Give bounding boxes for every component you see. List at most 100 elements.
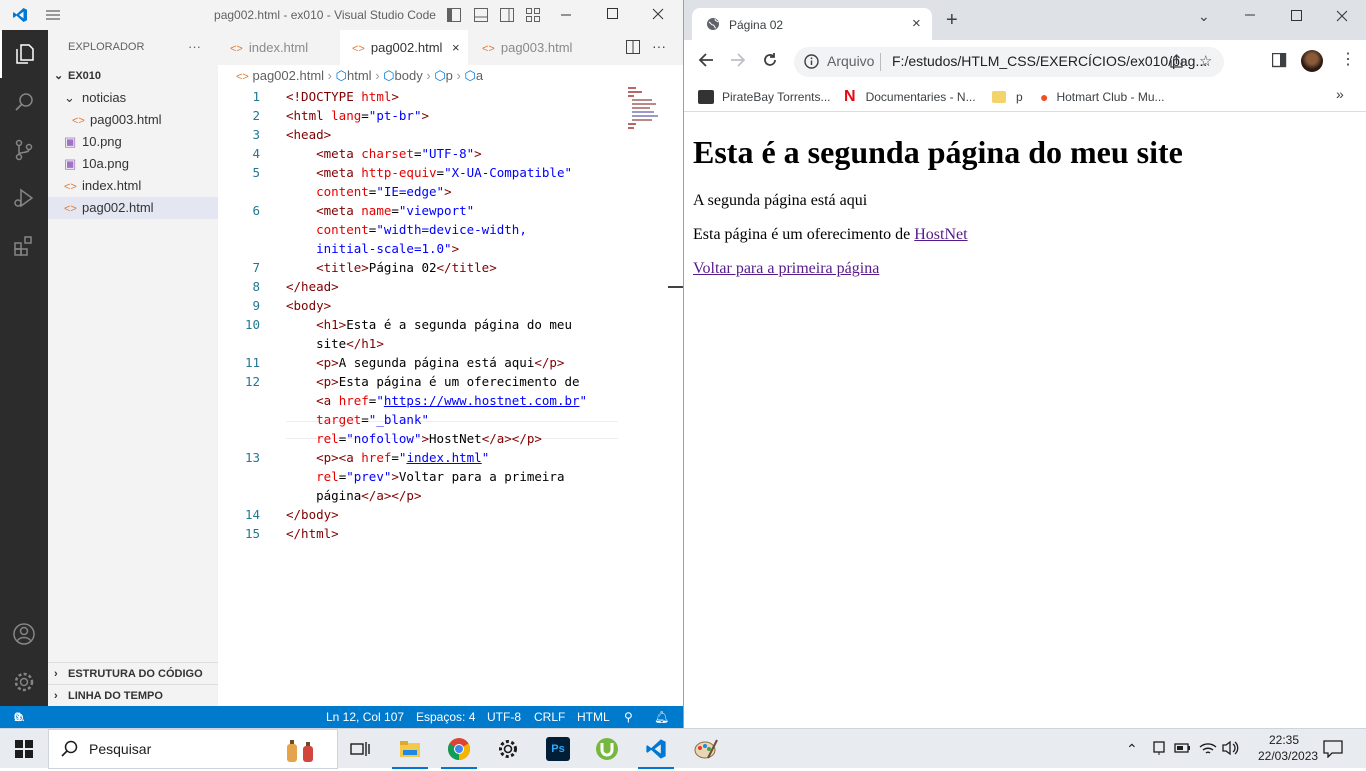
tab-close-icon[interactable]: × — [452, 30, 460, 65]
breadcrumb-item[interactable]: a — [476, 68, 483, 83]
show-hidden-icons-chevron-icon[interactable]: ⌃ — [1126, 741, 1138, 758]
battery-icon[interactable] — [1174, 741, 1192, 760]
bookmark-piratebay[interactable]: PirateBay Torrents... — [698, 82, 831, 112]
chrome-app-icon[interactable] — [435, 729, 483, 769]
tree-file-pag002[interactable]: <> pag002.html — [48, 197, 218, 219]
tab-pag003[interactable]: <> pag003.html — [470, 30, 600, 65]
accounts-icon[interactable] — [0, 610, 48, 658]
line-ending[interactable]: CRLF — [534, 706, 565, 728]
search-icon[interactable] — [0, 78, 48, 126]
cursor-position[interactable]: Ln 12, Col 107 — [326, 706, 404, 728]
split-editor-icon[interactable] — [626, 40, 640, 59]
notifications-bell-icon[interactable]: 🔔︎ — [654, 706, 669, 728]
task-view-icon[interactable] — [336, 729, 384, 769]
tree-file-10apng[interactable]: ▣ 10a.png — [48, 153, 218, 175]
tree-file-pag003[interactable]: <> pag003.html — [48, 109, 218, 131]
back-to-first-page-link[interactable]: Voltar para a primeira página — [693, 260, 879, 277]
forward-arrow-icon[interactable] — [730, 52, 746, 73]
code-line: rel="nofollow">HostNet</a></p> — [316, 431, 542, 446]
notification-center-icon[interactable] — [1323, 740, 1343, 763]
system-clock[interactable]: 22:35 22/03/2023 — [1258, 732, 1318, 764]
vscode-app-icon[interactable] — [632, 729, 680, 769]
folder-root[interactable]: ⌄ EX010 — [48, 65, 218, 87]
editor-more-icon[interactable]: ··· — [652, 38, 666, 54]
profile-avatar[interactable] — [1301, 50, 1323, 72]
breadcrumb-item[interactable]: pag002.html — [252, 68, 324, 83]
extensions-icon[interactable] — [0, 222, 48, 270]
volume-icon[interactable] — [1221, 740, 1239, 761]
customize-layout-icon[interactable] — [526, 8, 540, 25]
wifi-icon[interactable] — [1199, 740, 1217, 761]
tab-index[interactable]: <> index.html — [218, 30, 338, 65]
explorer-more-icon[interactable]: ··· — [188, 36, 201, 58]
back-arrow-icon[interactable] — [698, 52, 714, 73]
toggle-secondary-sidebar-icon[interactable] — [500, 8, 514, 25]
feedback-icon[interactable]: ⚲ — [624, 706, 633, 728]
tab-label: pag002.html — [370, 40, 443, 55]
minimap[interactable] — [626, 87, 668, 135]
source-control-icon[interactable] — [0, 126, 48, 174]
code-editor[interactable]: 1 2 3 4 5 6 7 8 9 10 11 12 13 14 15 <!DOCTYPE html> <h… — [218, 87, 683, 706]
timeline-section[interactable]: › LINHA DO TEMPO — [48, 684, 218, 706]
settings-gear-icon[interactable] — [0, 658, 48, 706]
close-icon[interactable] — [652, 8, 664, 23]
toggle-panel-icon[interactable] — [474, 8, 488, 25]
breadcrumb-item[interactable]: html — [347, 68, 372, 83]
address-bar[interactable]: Arquivo F:/estudos/HTLM_CSS/EXERCÍCIOS/e… — [794, 47, 1224, 77]
search-highlight-lanterns-icon — [279, 736, 327, 766]
new-tab-plus-icon[interactable]: + — [946, 10, 958, 30]
maximize-icon[interactable] — [1291, 9, 1303, 27]
line-number: 8 — [252, 279, 260, 294]
encoding[interactable]: UTF-8 — [487, 706, 521, 728]
hostnet-link[interactable]: HostNet — [914, 226, 967, 243]
run-debug-icon[interactable] — [0, 174, 48, 222]
tree-folder-noticias[interactable]: ⌄ noticias — [48, 87, 218, 109]
tree-file-index[interactable]: <> index.html — [48, 175, 218, 197]
maximize-icon[interactable] — [607, 8, 619, 23]
side-panel-icon[interactable] — [1271, 52, 1287, 73]
close-icon[interactable] — [1336, 9, 1348, 27]
browser-tab[interactable]: Página 02 × — [692, 8, 932, 40]
html-file-icon: <> — [482, 43, 495, 55]
scrollbar-marker[interactable] — [668, 286, 683, 288]
line-number: 14 — [244, 507, 260, 522]
bookmark-hotmart[interactable]: ● Hotmart Club - Mu... — [1040, 82, 1165, 112]
minimize-icon[interactable] — [560, 6, 572, 25]
breadcrumb-item[interactable]: body — [395, 68, 423, 83]
minimize-icon[interactable] — [1244, 6, 1256, 27]
line-number: 10 — [244, 317, 260, 332]
address-url[interactable]: F:/estudos/HTLM_CSS/EXERCÍCIOS/ex010/pag… — [892, 53, 1207, 69]
tab-search-chevron-icon[interactable]: ⌄ — [1198, 8, 1210, 25]
clock-time: 22:35 — [1268, 733, 1300, 747]
tree-item-label: noticias — [82, 90, 127, 105]
windows-start-icon[interactable] — [0, 729, 48, 769]
paint-icon[interactable] — [682, 729, 730, 769]
line-number — [218, 182, 260, 201]
taskbar-search-box[interactable]: Pesquisar — [48, 729, 338, 769]
breadcrumb-item[interactable]: p — [446, 68, 453, 83]
info-icon[interactable] — [804, 54, 819, 72]
chrome-menu-icon[interactable]: ⋮ — [1340, 50, 1356, 70]
photoshop-icon[interactable]: Ps — [534, 729, 582, 769]
network-adapter-icon[interactable] — [1152, 740, 1166, 761]
utorrent-icon[interactable] — [583, 729, 631, 769]
reload-icon[interactable] — [762, 52, 778, 73]
outline-section[interactable]: › ESTRUTURA DO CÓDIGO — [48, 662, 218, 684]
bookmark-documentaries[interactable]: N Documentaries - N... — [844, 82, 976, 112]
share-icon[interactable] — [1169, 54, 1184, 72]
file-explorer-icon[interactable] — [386, 729, 434, 769]
bookmark-star-icon[interactable]: ☆ — [1199, 52, 1212, 70]
bookmark-folder-p[interactable]: p — [992, 82, 1023, 112]
indentation[interactable]: Espaços: 4 — [416, 706, 475, 728]
vscode-window: pag002.html - ex010 - Visual Studio Code — [0, 0, 683, 728]
tab-close-icon[interactable]: × — [912, 15, 921, 32]
tab-pag002[interactable]: <> pag002.html × — [340, 30, 468, 65]
tree-file-10png[interactable]: ▣ 10.png — [48, 131, 218, 153]
line-number — [218, 429, 260, 448]
toggle-sidebar-icon[interactable] — [447, 8, 461, 25]
settings-gear-icon[interactable] — [484, 729, 532, 769]
menu-icon[interactable] — [44, 7, 62, 26]
language-mode[interactable]: HTML — [577, 706, 610, 728]
bookmarks-overflow-icon[interactable]: » — [1336, 86, 1344, 102]
explorer-icon[interactable] — [0, 30, 48, 78]
